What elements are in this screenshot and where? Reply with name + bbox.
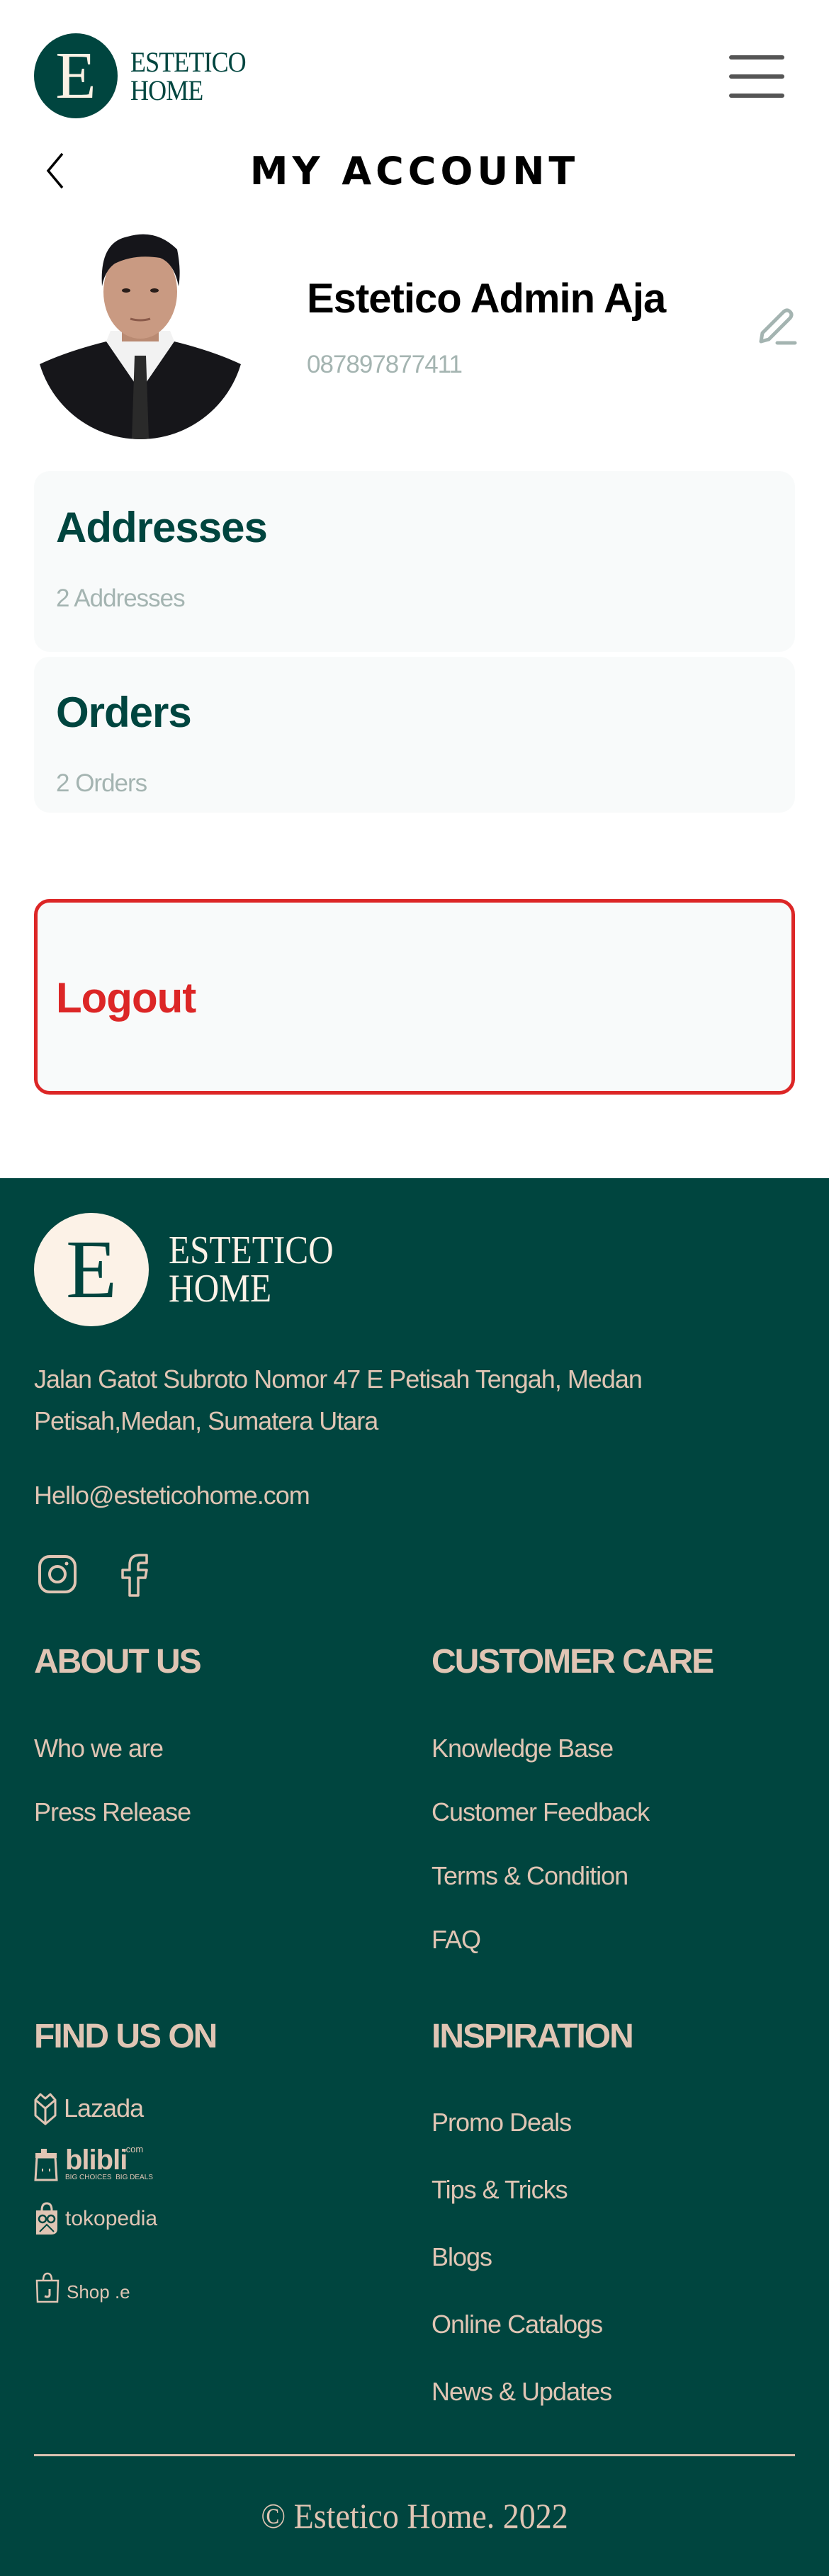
footer-link-news-updates[interactable]: News & Updates [432,2377,612,2407]
footer-brand-line-1: ESTETICO [169,1228,334,1272]
instagram-link[interactable] [38,1554,83,1600]
logout-button[interactable]: Logout [34,899,795,1095]
tokopedia-logo-icon [36,2202,57,2235]
lazada-logo-icon [34,2093,57,2125]
inspiration-heading: INSPIRATION [432,2018,634,2055]
find-us-on-heading: FIND US ON [34,2018,218,2055]
footer-link-customer-feedback[interactable]: Customer Feedback [432,1797,650,1827]
blibli-tagline: BIG CHOICES BIG DEALS [65,2174,153,2181]
blibli-suffix: .com [123,2144,144,2154]
shopee-link[interactable]: Shop .e [35,2271,130,2303]
logo-letter: E [55,39,96,113]
footer-logo-mark[interactable]: E [34,1213,149,1326]
footer-link-tips-tricks[interactable]: Tips & Tricks [432,2175,568,2205]
lazada-label: Lazada [64,2094,144,2123]
avatar [35,221,245,439]
footer-brand-name: ESTETICO HOME [169,1228,334,1311]
footer-email-link[interactable]: Hello@esteticohome.com [34,1481,310,1510]
footer-address-line-1: Jalan Gatot Subroto Nomor 47 E Petisah T… [34,1365,643,1394]
footer-link-faq[interactable]: FAQ [432,1925,481,1955]
blibli-logo-icon [34,2149,58,2181]
footer-logo-letter: E [65,1223,118,1316]
orders-count: 2 Orders [56,769,147,797]
footer-link-promo-deals[interactable]: Promo Deals [432,2108,572,2137]
shopee-logo-icon [35,2272,60,2303]
footer-link-blogs[interactable]: Blogs [432,2242,492,2272]
footer-divider [34,2454,795,2456]
profile-photo [35,221,245,439]
brand-line-1: ESTETICO [130,46,247,78]
about-us-heading: ABOUT US [34,1643,202,1680]
pencil-icon [759,308,797,345]
orders-title: Orders [56,689,192,736]
profile-name: Estetico Admin Aja [307,276,666,322]
shopee-label: Shop .e [67,2281,130,2303]
footer-link-who-we-are[interactable]: Who we are [34,1734,164,1763]
blibli-link[interactable]: blibli BIG CHOICES BIG DEALS .com [34,2144,153,2182]
brand-name[interactable]: ESTETICO HOME [130,46,247,106]
addresses-count: 2 Addresses [56,584,186,612]
lazada-link[interactable]: Lazada [34,2091,144,2125]
footer-link-online-catalogs[interactable]: Online Catalogs [432,2310,603,2339]
menu-button[interactable] [729,53,784,98]
addresses-title: Addresses [56,504,268,551]
footer-link-terms[interactable]: Terms & Condition [432,1861,628,1891]
instagram-icon [38,1555,77,1593]
brand-line-2: HOME [130,74,203,106]
facebook-link[interactable] [120,1553,166,1598]
profile-phone: 087897877411 [307,351,463,378]
tokopedia-link[interactable]: tokopedia [35,2202,157,2236]
footer-brand-line-2: HOME [169,1267,272,1311]
page-title: MY ACCOUNT [249,149,580,193]
facebook-icon [121,1554,148,1597]
customer-care-heading: CUSTOMER CARE [432,1643,714,1680]
addresses-card[interactable]: Addresses 2 Addresses [34,471,795,652]
orders-card[interactable]: Orders 2 Orders [34,657,795,813]
footer-link-press-release[interactable]: Press Release [34,1797,191,1827]
tokopedia-label: tokopedia [65,2207,158,2230]
edit-profile-button[interactable] [751,305,798,351]
footer-link-knowledge-base[interactable]: Knowledge Base [432,1734,614,1763]
brand-logo-mark[interactable]: E [34,33,118,118]
footer-address-line-2: Petisah,Medan, Sumatera Utara [34,1406,378,1435]
copyright-text: © Estetico Home. 2022 [261,2496,568,2536]
logout-label: Logout [56,974,196,1022]
